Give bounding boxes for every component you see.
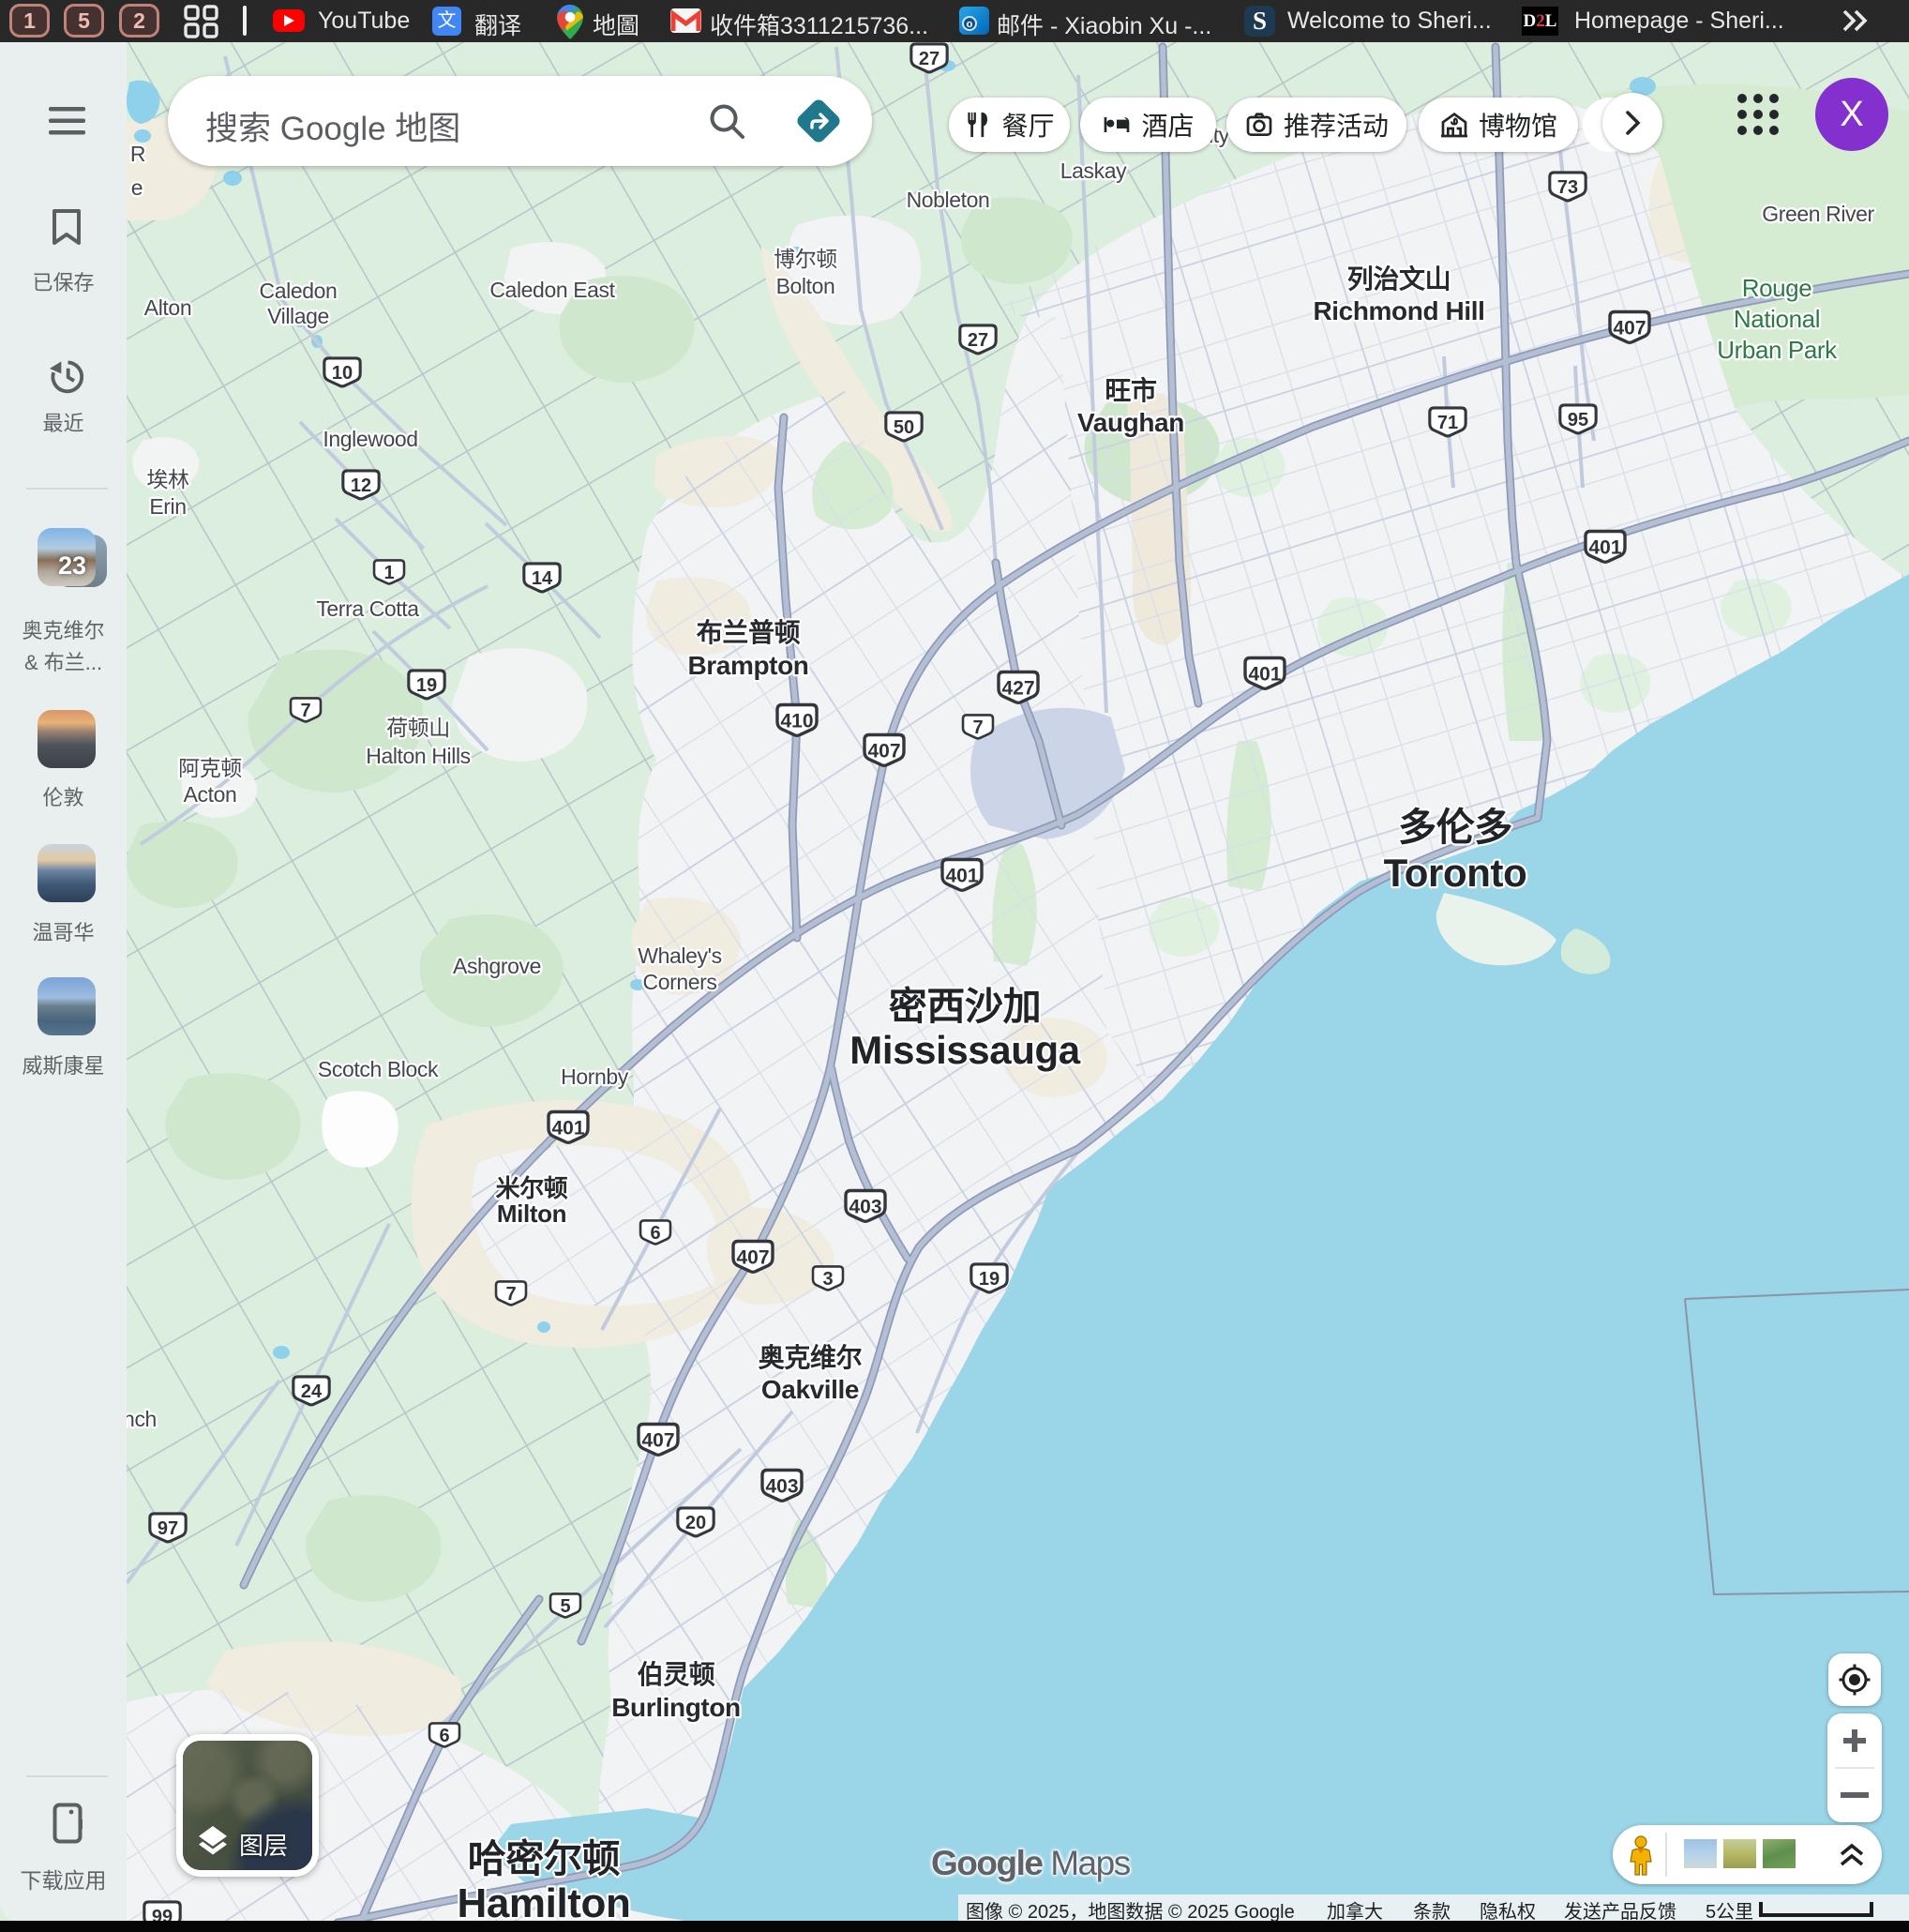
svg-text:Brampton: Brampton — [687, 651, 808, 680]
svg-text:Corners: Corners — [642, 970, 716, 994]
svg-text:7: 7 — [972, 717, 983, 738]
svg-text:10: 10 — [332, 363, 353, 384]
svg-text:Inglewood: Inglewood — [323, 427, 417, 451]
svg-text:Alton: Alton — [144, 295, 191, 320]
svg-text:407: 407 — [736, 1247, 769, 1269]
svg-text:阿克顿: 阿克顿 — [178, 756, 242, 780]
svg-text:Oakville: Oakville — [761, 1375, 859, 1404]
svg-text:e: e — [131, 175, 143, 200]
svg-text:427: 427 — [1001, 678, 1034, 700]
svg-text:27: 27 — [919, 49, 939, 69]
svg-text:荷顿山: 荷顿山 — [386, 716, 450, 740]
svg-text:Urban Park: Urban Park — [1717, 336, 1838, 364]
svg-text:7: 7 — [505, 1284, 516, 1305]
svg-text:哈密尔顿: 哈密尔顿 — [468, 1837, 621, 1880]
svg-text:Caledon: Caledon — [260, 279, 338, 303]
svg-text:19: 19 — [979, 1269, 1000, 1290]
svg-text:Acton: Acton — [184, 782, 237, 807]
svg-text:12: 12 — [351, 475, 371, 496]
svg-text:旺市: 旺市 — [1105, 375, 1157, 405]
svg-text:407: 407 — [867, 741, 900, 762]
svg-text:Erin: Erin — [149, 494, 186, 519]
svg-text:6: 6 — [650, 1223, 660, 1244]
svg-text:Vaughan: Vaughan — [1077, 408, 1184, 437]
svg-text:Scotch Block: Scotch Block — [318, 1057, 439, 1081]
svg-text:1: 1 — [383, 563, 394, 583]
svg-text:7: 7 — [300, 701, 310, 721]
svg-text:nch: nch — [127, 1407, 157, 1431]
svg-text:403: 403 — [765, 1476, 798, 1498]
svg-text:97: 97 — [158, 1518, 178, 1539]
svg-text:Toronto: Toronto — [1384, 851, 1527, 895]
svg-text:407: 407 — [641, 1430, 674, 1452]
svg-text:407: 407 — [1613, 318, 1646, 340]
svg-text:R: R — [130, 142, 145, 166]
svg-text:71: 71 — [1437, 413, 1458, 433]
svg-text:米尔顿: 米尔顿 — [496, 1174, 568, 1202]
svg-text:Nobleton: Nobleton — [907, 188, 990, 212]
svg-text:Terra Cotta: Terra Cotta — [316, 596, 419, 621]
svg-text:Hornby: Hornby — [561, 1064, 629, 1089]
svg-text:410: 410 — [780, 711, 813, 732]
svg-text:401: 401 — [551, 1118, 584, 1140]
svg-text:20: 20 — [685, 1513, 706, 1533]
svg-text:3: 3 — [822, 1269, 833, 1290]
svg-text:Ashgrove: Ashgrove — [453, 954, 541, 978]
svg-text:Richmond Hill: Richmond Hill — [1313, 296, 1484, 325]
svg-text:Halton Hills: Halton Hills — [366, 744, 471, 768]
svg-text:Village: Village — [267, 304, 329, 328]
svg-text:伯灵顿: 伯灵顿 — [638, 1660, 715, 1689]
svg-text:Hamilton: Hamilton — [457, 1880, 630, 1926]
svg-text:5: 5 — [560, 1596, 570, 1617]
svg-text:Green River: Green River — [1762, 202, 1874, 226]
svg-text:布兰普顿: 布兰普顿 — [697, 618, 801, 647]
svg-text:24: 24 — [301, 1381, 323, 1402]
svg-text:19: 19 — [416, 675, 437, 696]
svg-text:6: 6 — [439, 1726, 449, 1746]
svg-text:National: National — [1734, 305, 1820, 333]
svg-text:401: 401 — [945, 866, 978, 887]
svg-text:Bolton: Bolton — [776, 274, 835, 298]
svg-text:博尔顿: 博尔顿 — [774, 247, 837, 271]
svg-text:Laskay: Laskay — [1060, 158, 1127, 183]
svg-text:27: 27 — [968, 330, 988, 351]
svg-text:403: 403 — [849, 1197, 881, 1218]
svg-text:Mississauga: Mississauga — [849, 1028, 1080, 1072]
svg-text:14: 14 — [532, 568, 553, 589]
svg-text:埃林: 埃林 — [146, 467, 189, 491]
svg-text:73: 73 — [1557, 177, 1578, 198]
svg-text:Rouge: Rouge — [1742, 274, 1812, 302]
svg-text:Burlington: Burlington — [611, 1693, 741, 1722]
svg-text:Whaley's: Whaley's — [638, 943, 721, 968]
svg-text:列治文山: 列治文山 — [1347, 264, 1451, 294]
svg-text:Milton: Milton — [497, 1200, 566, 1228]
svg-text:401: 401 — [1588, 537, 1621, 559]
svg-text:50: 50 — [894, 417, 914, 438]
svg-text:401: 401 — [1248, 664, 1281, 686]
svg-text:奥克维尔: 奥克维尔 — [759, 1343, 863, 1372]
svg-text:多伦多: 多伦多 — [1398, 806, 1512, 849]
svg-text:Caledon East: Caledon East — [489, 278, 615, 302]
svg-text:95: 95 — [1568, 410, 1588, 430]
svg-text:密西沙加: 密西沙加 — [889, 985, 1041, 1028]
